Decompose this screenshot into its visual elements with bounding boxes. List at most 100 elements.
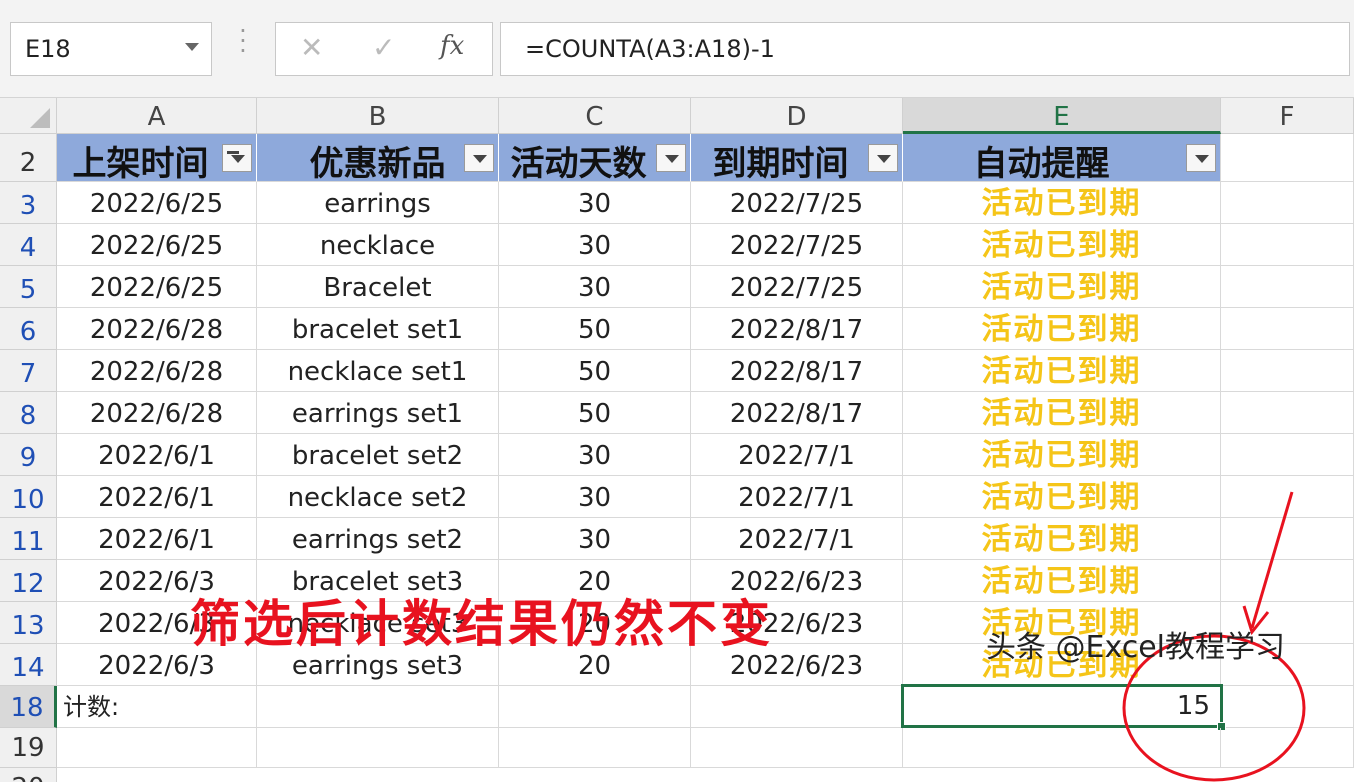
- cell[interactable]: [499, 686, 691, 728]
- table-cell[interactable]: 2022/6/25: [57, 182, 257, 224]
- table-cell[interactable]: earrings: [257, 182, 499, 224]
- table-cell[interactable]: 2022/6/25: [57, 266, 257, 308]
- cell[interactable]: [57, 728, 257, 768]
- reminder-cell[interactable]: 活动已到期: [903, 392, 1221, 434]
- reminder-cell[interactable]: 活动已到期: [903, 560, 1221, 602]
- table-cell[interactable]: necklace: [257, 224, 499, 266]
- select-all-corner[interactable]: [0, 98, 57, 134]
- table-cell[interactable]: 50: [499, 308, 691, 350]
- table-cell[interactable]: 30: [499, 518, 691, 560]
- insert-function-icon[interactable]: fx: [440, 31, 464, 61]
- header-cell-reminder[interactable]: 自动提醒: [903, 134, 1221, 182]
- table-cell[interactable]: 2022/8/17: [691, 350, 903, 392]
- row-header[interactable]: 10: [0, 476, 57, 518]
- more-options-icon[interactable]: · · ·: [238, 19, 248, 63]
- filter-dropdown-icon[interactable]: [464, 144, 494, 172]
- row-header-20[interactable]: 20: [0, 768, 57, 782]
- cell[interactable]: [691, 686, 903, 728]
- table-cell[interactable]: 50: [499, 392, 691, 434]
- table-cell[interactable]: 30: [499, 434, 691, 476]
- cell[interactable]: [1221, 686, 1354, 728]
- column-header-d[interactable]: D: [691, 98, 903, 134]
- cell[interactable]: [1221, 224, 1354, 266]
- cell[interactable]: [1221, 728, 1354, 768]
- reminder-cell[interactable]: 活动已到期: [903, 224, 1221, 266]
- cell[interactable]: [1221, 476, 1354, 518]
- table-cell[interactable]: 50: [499, 350, 691, 392]
- table-cell[interactable]: Bracelet: [257, 266, 499, 308]
- header-cell-listing-date[interactable]: 上架时间: [57, 134, 257, 182]
- cell[interactable]: [257, 686, 499, 728]
- formula-input[interactable]: =COUNTA(A3:A18)-1: [500, 22, 1350, 76]
- row-header[interactable]: 13: [0, 602, 57, 644]
- column-header-c[interactable]: C: [499, 98, 691, 134]
- table-cell[interactable]: 2022/6/28: [57, 392, 257, 434]
- count-label[interactable]: 计数:: [57, 686, 257, 728]
- row-header[interactable]: 5: [0, 266, 57, 308]
- header-cell-product[interactable]: 优惠新品: [257, 134, 499, 182]
- reminder-cell[interactable]: 活动已到期: [903, 434, 1221, 476]
- table-cell[interactable]: 2022/8/17: [691, 308, 903, 350]
- table-cell[interactable]: 2022/7/1: [691, 518, 903, 560]
- enter-icon[interactable]: ✓: [372, 31, 395, 64]
- filter-dropdown-icon[interactable]: [656, 144, 686, 172]
- row-header-19[interactable]: 19: [0, 728, 57, 768]
- row-header[interactable]: 3: [0, 182, 57, 224]
- table-cell[interactable]: 2022/8/17: [691, 392, 903, 434]
- column-header-b[interactable]: B: [257, 98, 499, 134]
- cell[interactable]: [1221, 266, 1354, 308]
- table-cell[interactable]: 30: [499, 182, 691, 224]
- table-cell[interactable]: necklace set2: [257, 476, 499, 518]
- reminder-cell[interactable]: 活动已到期: [903, 350, 1221, 392]
- row-header-2[interactable]: 2: [0, 134, 57, 182]
- table-cell[interactable]: earrings set2: [257, 518, 499, 560]
- cell[interactable]: [1221, 392, 1354, 434]
- cell[interactable]: [1221, 560, 1354, 602]
- cell[interactable]: [1221, 308, 1354, 350]
- table-cell[interactable]: 2022/6/28: [57, 308, 257, 350]
- cell[interactable]: [1221, 518, 1354, 560]
- chevron-down-icon[interactable]: [185, 43, 199, 51]
- row-header[interactable]: 12: [0, 560, 57, 602]
- cell[interactable]: [1221, 434, 1354, 476]
- reminder-cell[interactable]: 活动已到期: [903, 182, 1221, 224]
- row-header[interactable]: 11: [0, 518, 57, 560]
- table-cell[interactable]: earrings set1: [257, 392, 499, 434]
- reminder-cell[interactable]: 活动已到期: [903, 266, 1221, 308]
- table-cell[interactable]: 2022/7/25: [691, 224, 903, 266]
- row-header[interactable]: 8: [0, 392, 57, 434]
- column-header-f[interactable]: F: [1221, 98, 1354, 134]
- table-cell[interactable]: 2022/6/25: [57, 224, 257, 266]
- cancel-icon[interactable]: ✕: [300, 31, 323, 64]
- column-header-e[interactable]: E: [903, 98, 1221, 134]
- table-cell[interactable]: 2022/6/1: [57, 434, 257, 476]
- table-cell[interactable]: bracelet set2: [257, 434, 499, 476]
- table-cell[interactable]: bracelet set1: [257, 308, 499, 350]
- column-header-a[interactable]: A: [57, 98, 257, 134]
- cell[interactable]: [257, 728, 499, 768]
- table-cell[interactable]: 2022/7/1: [691, 434, 903, 476]
- row-header-18[interactable]: 18: [0, 686, 57, 728]
- table-cell[interactable]: 30: [499, 224, 691, 266]
- reminder-cell[interactable]: 活动已到期: [903, 518, 1221, 560]
- table-cell[interactable]: 2022/6/1: [57, 518, 257, 560]
- filter-dropdown-icon[interactable]: [1186, 144, 1216, 172]
- header-cell-days[interactable]: 活动天数: [499, 134, 691, 182]
- table-cell[interactable]: 2022/7/25: [691, 182, 903, 224]
- filter-dropdown-icon[interactable]: [868, 144, 898, 172]
- row-header[interactable]: 6: [0, 308, 57, 350]
- cell[interactable]: [903, 728, 1221, 768]
- table-cell[interactable]: 2022/7/25: [691, 266, 903, 308]
- header-cell-expiry[interactable]: 到期时间: [691, 134, 903, 182]
- reminder-cell[interactable]: 活动已到期: [903, 476, 1221, 518]
- table-cell[interactable]: 2022/6/28: [57, 350, 257, 392]
- row-header[interactable]: 9: [0, 434, 57, 476]
- row-header[interactable]: 14: [0, 644, 57, 686]
- cell[interactable]: [499, 728, 691, 768]
- name-box[interactable]: E18: [10, 22, 212, 76]
- cell[interactable]: [691, 728, 903, 768]
- cell[interactable]: [1221, 134, 1354, 182]
- filter-active-icon[interactable]: [222, 144, 252, 172]
- table-cell[interactable]: 30: [499, 266, 691, 308]
- cell[interactable]: [1221, 182, 1354, 224]
